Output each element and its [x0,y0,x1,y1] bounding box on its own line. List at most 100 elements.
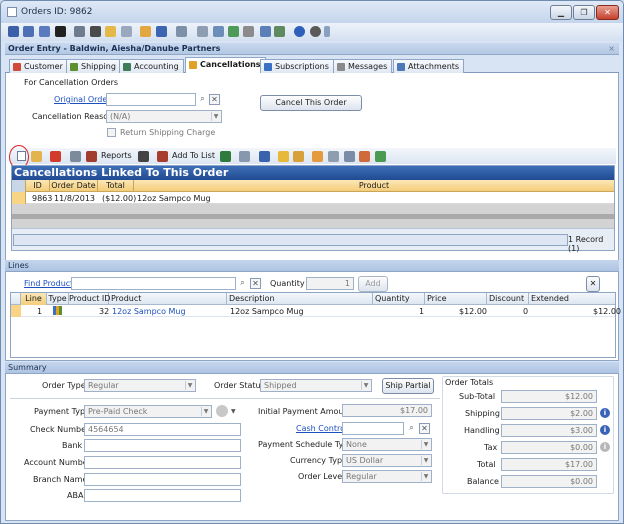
binoculars-icon[interactable]: ⌕ [197,94,208,105]
reports-button[interactable]: Reports [101,151,132,160]
ship-partial-button[interactable]: Ship Partial [382,378,434,394]
tab-messages[interactable]: Messages [333,59,393,73]
clear-lines-button[interactable]: ✕ [586,276,600,292]
reports-icon[interactable] [86,151,97,162]
order-type-select[interactable]: Regular ▼ [84,379,196,392]
print-list-icon[interactable] [70,151,81,162]
export-icon[interactable] [274,26,285,37]
col-quantity[interactable]: Quantity [373,293,425,305]
save-icon[interactable] [8,26,19,37]
initial-payment-input[interactable]: $17.00 [342,404,432,417]
overflow-icon[interactable] [324,26,330,37]
tab-cancellations[interactable]: Cancellations [185,57,266,74]
view-icon[interactable] [239,151,250,162]
merge-icon[interactable] [213,26,224,37]
save-new-icon[interactable] [23,26,34,37]
col-id[interactable]: ID [26,180,50,192]
link-icon[interactable] [176,26,187,37]
binoculars-icon[interactable]: ⌕ [237,278,248,289]
cancel-this-order-button[interactable]: Cancel This Order [260,95,362,111]
folder-icon[interactable] [105,26,116,37]
delete-icon[interactable] [55,26,66,37]
minimize-button[interactable]: ▁ [550,5,572,20]
tab-subscriptions[interactable]: Subscriptions [260,59,334,73]
select-all-col[interactable] [12,180,26,192]
alert-icon[interactable] [310,26,321,37]
gear-icon[interactable] [243,26,254,37]
find-list-icon[interactable] [138,151,149,162]
shipping-info-icon[interactable]: i [600,408,610,418]
bank-input[interactable] [84,439,241,452]
clear-icon[interactable]: ✕ [250,278,261,289]
currency-type-select[interactable]: US Dollar ▼ [342,454,432,467]
cell-product[interactable]: 12oz Sampco Mug [112,307,186,316]
tag-icon[interactable] [312,151,323,162]
account-number-input[interactable] [84,456,241,469]
tab-accounting[interactable]: Accounting [119,59,184,73]
add-to-list-button[interactable]: Add To List [172,151,215,160]
col-discount[interactable]: Discount [487,293,529,305]
open-folder-icon[interactable] [31,151,42,162]
binoculars-icon[interactable]: ⌕ [406,423,417,434]
payment-type-select[interactable]: Pre-Paid Check ▼ [84,405,212,418]
tab-customer[interactable]: Customer [9,59,68,73]
close-panel-icon[interactable]: × [608,43,615,55]
original-order-field[interactable] [106,93,196,106]
col-total[interactable]: Total [98,180,134,192]
select-all-col[interactable] [11,293,21,305]
table-row[interactable]: 1 32 12oz Sampco Mug 12oz Sampco Mug 1 $… [11,305,621,317]
row-selector[interactable] [12,192,26,204]
currency-dropdown-icon[interactable]: ▼ [231,408,236,415]
handling-info-icon[interactable]: i [600,425,610,435]
refresh-list-icon[interactable] [259,151,270,162]
tab-attachments[interactable]: Attachments [393,59,465,73]
tools-icon[interactable] [293,151,304,162]
tax-info-icon[interactable]: i [600,442,610,452]
currency-icon[interactable] [216,405,228,417]
add-button[interactable]: Add [358,276,388,292]
save-close-icon[interactable] [39,26,50,37]
check-number-input[interactable]: 4564654 [84,423,241,436]
restore-button[interactable]: ❐ [573,5,595,20]
original-order-label[interactable]: Original Order [54,95,111,104]
warning-icon[interactable] [278,151,289,162]
run-icon[interactable] [375,151,386,162]
aba-input[interactable] [84,489,241,502]
copy-icon[interactable] [197,26,208,37]
row-selector[interactable] [11,305,21,317]
tab-shipping[interactable]: Shipping [66,59,121,73]
clear-icon[interactable]: ✕ [419,423,430,434]
col-product-id[interactable]: Product ID [69,293,110,305]
edit-list-icon[interactable] [344,151,355,162]
cash-control-label[interactable]: Cash Control [296,424,347,433]
calendar-icon[interactable] [328,151,339,162]
excel-icon[interactable] [220,151,231,162]
delete-row-icon[interactable] [50,151,61,162]
import-icon[interactable] [260,26,271,37]
branch-name-input[interactable] [84,473,241,486]
return-shipping-checkbox[interactable] [107,128,116,137]
find-product-label[interactable]: Find Product [24,279,73,288]
refresh-icon[interactable] [156,26,167,37]
cash-control-input[interactable] [342,422,404,435]
grid-icon[interactable] [121,26,132,37]
users-icon[interactable] [359,151,370,162]
col-description[interactable]: Description [227,293,373,305]
col-product[interactable]: Product [134,180,614,192]
col-type[interactable]: Type [47,293,69,305]
order-status-select[interactable]: Shipped ▼ [260,379,372,392]
find-product-input[interactable] [71,277,236,290]
add-to-list-icon[interactable] [157,151,168,162]
order-level-select[interactable]: Regular ▼ [342,470,432,483]
help-icon[interactable] [294,26,305,37]
globe-icon[interactable] [228,26,239,37]
col-product[interactable]: Product [109,293,227,305]
print-icon[interactable] [74,26,85,37]
clear-icon[interactable]: ✕ [209,94,220,105]
quantity-input[interactable]: 1 [306,277,354,290]
close-button[interactable]: ✕ [596,5,619,20]
table-row[interactable]: 9863 11/8/2013 ($12.00) 12oz Sampco Mug [12,192,614,204]
col-line[interactable]: Line [21,293,47,305]
payment-schedule-select[interactable]: None ▼ [342,438,432,451]
cancellation-reason-select[interactable]: (N/A) ▼ [106,110,222,123]
